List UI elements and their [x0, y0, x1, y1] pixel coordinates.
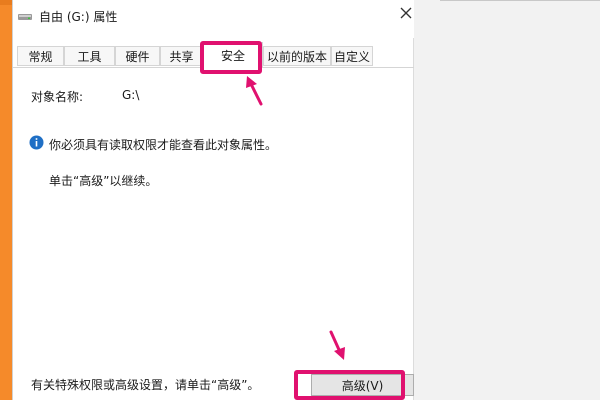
- tab-hardware[interactable]: 硬件: [115, 46, 160, 66]
- tab-general[interactable]: 常规: [17, 46, 64, 66]
- properties-dialog: 自由 (G:) 属性 常规 工具 硬件 共享 安全 以前的版本 自定义 对象名称…: [12, 0, 414, 400]
- object-name-value: G:\: [122, 88, 140, 102]
- tab-tools[interactable]: 工具: [64, 46, 115, 66]
- object-name-label: 对象名称:: [31, 90, 84, 104]
- title-bar[interactable]: 自由 (G:) 属性: [13, 0, 414, 38]
- continue-message: 单击“高级”以继续。: [49, 174, 158, 188]
- info-icon: [29, 135, 44, 150]
- window-title: 自由 (G:) 属性: [39, 10, 118, 24]
- background-line: [440, 0, 600, 1]
- special-permissions-message: 有关特殊权限或高级设置，请单击“高级”。: [31, 378, 260, 392]
- tab-strip: 常规 工具 硬件 共享 安全 以前的版本 自定义: [13, 38, 414, 68]
- drive-icon: [18, 14, 32, 20]
- advanced-button[interactable]: 高级(V): [311, 374, 414, 396]
- close-icon[interactable]: [398, 5, 414, 21]
- info-message: 你必须具有读取权限才能查看此对象属性。: [49, 138, 278, 152]
- tab-previous-versions[interactable]: 以前的版本: [263, 46, 331, 66]
- tab-customize[interactable]: 自定义: [331, 46, 373, 66]
- tab-sharing[interactable]: 共享: [160, 46, 203, 66]
- tab-security[interactable]: 安全: [203, 42, 263, 68]
- background-area: [413, 0, 600, 400]
